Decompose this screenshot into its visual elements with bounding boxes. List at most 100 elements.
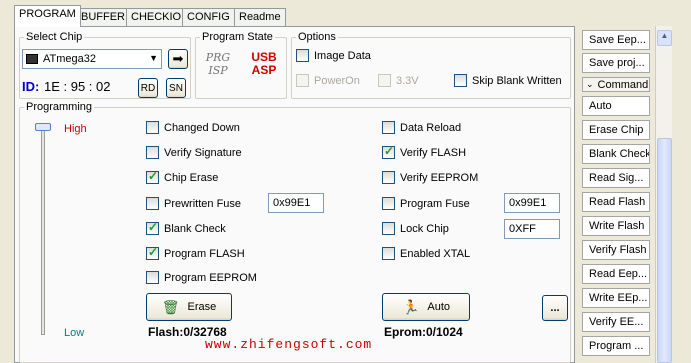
eprom-status: Eprom:0/1024 <box>384 325 463 339</box>
command-read-flash[interactable]: Read Flash <box>582 192 650 212</box>
program-flash-checkbox[interactable]: Program FLASH <box>146 245 245 260</box>
verify-flash-box[interactable] <box>382 144 395 159</box>
scroll-up-icon[interactable]: ▲ <box>657 30 672 46</box>
chevron-down-icon: ▼ <box>149 53 158 63</box>
more-button[interactable]: ... <box>542 295 568 321</box>
lock-chip-box[interactable] <box>382 222 395 235</box>
v33-checkbox[interactable]: 3.3V <box>378 74 419 87</box>
verify-flash-label: Verify FLASH <box>400 146 467 159</box>
image-data-checkbox[interactable]: Image Data <box>296 49 371 62</box>
prewritten-fuse-box[interactable] <box>146 197 159 210</box>
skip-blank-checkbox[interactable]: Skip Blank Written <box>454 74 562 87</box>
program-eeprom-checkbox[interactable]: Program EEPROM <box>146 271 257 284</box>
sidebar-scrollbar[interactable]: ▲ <box>655 26 672 363</box>
poweron-checkbox[interactable]: PowerOn <box>296 74 360 87</box>
save-project-button[interactable]: Save proj... <box>582 53 650 73</box>
rd-button[interactable]: RD <box>138 78 158 98</box>
data-reload-label: Data Reload <box>400 121 462 134</box>
verify-flash-checkbox[interactable]: Verify FLASH <box>382 144 467 159</box>
chip-erase-box[interactable] <box>146 169 159 184</box>
slider-thumb[interactable] <box>35 123 51 131</box>
watermark-text: www.zhifengsoft.com <box>205 337 373 352</box>
enabled-xtal-label: Enabled XTAL <box>400 247 471 260</box>
verify-eeprom-label: Verify EEPROM <box>400 171 479 184</box>
lock-chip-label: Lock Chip <box>400 222 449 235</box>
prewritten-fuse-input[interactable] <box>268 193 324 213</box>
id-label: ID: <box>22 79 40 94</box>
enabled-xtal-checkbox[interactable]: Enabled XTAL <box>382 247 470 260</box>
lock-chip-input[interactable] <box>504 219 560 239</box>
program-fuse-input[interactable] <box>504 193 560 213</box>
command-blank-check[interactable]: Blank Check <box>582 144 650 164</box>
command-read-eeprom[interactable]: Read Eep... <box>582 264 650 284</box>
tab-readme[interactable]: Readme <box>234 8 286 26</box>
data-reload-box[interactable] <box>382 121 395 134</box>
blank-check-checkbox[interactable]: Blank Check <box>146 220 226 235</box>
scrollbar-thumb[interactable] <box>657 138 672 363</box>
select-chip-legend: Select Chip <box>26 31 83 43</box>
program-fuse-box[interactable] <box>382 197 395 210</box>
command-verify-eeprom[interactable]: Verify EE... <box>582 312 650 332</box>
auto-button-label: Auto <box>427 301 451 313</box>
command-write-flash[interactable]: Write Flash <box>582 216 650 236</box>
enabled-xtal-box[interactable] <box>382 247 395 260</box>
options-group: Options Image Data PowerOn 3.3V Skip Bla… <box>291 31 571 99</box>
chip-erase-checkbox[interactable]: Chip Erase <box>146 169 218 184</box>
skip-blank-label: Skip Blank Written <box>472 74 562 87</box>
command-header[interactable]: ⌄ Command <box>582 77 650 92</box>
speed-slider[interactable] <box>30 121 56 341</box>
command-program[interactable]: Program ... <box>582 336 650 356</box>
tab-program[interactable]: PROGRAM <box>14 5 81 27</box>
program-eeprom-label: Program EEPROM <box>164 271 257 284</box>
select-chip-group: Select Chip ATmega32 ▼ ➡ ID: 1E : 95 : 0… <box>19 31 191 99</box>
arrow-right-button[interactable]: ➡ <box>168 49 188 69</box>
arrow-right-icon: ➡ <box>172 51 184 66</box>
auto-button[interactable]: 🏃 Auto <box>382 293 470 321</box>
chip-select-value: ATmega32 <box>43 53 96 65</box>
collapse-icon: ⌄ <box>586 79 594 89</box>
command-read-signature[interactable]: Read Sig... <box>582 168 650 188</box>
command-verify-flash[interactable]: Verify Flash <box>582 240 650 260</box>
chip-icon <box>26 54 38 64</box>
sn-button[interactable]: SN <box>166 78 186 98</box>
skip-blank-box[interactable] <box>454 74 467 87</box>
tab-config[interactable]: CONFIG <box>182 8 235 26</box>
tab-bar: PROGRAM BUFFER CHECKIO CONFIG Readme <box>0 0 575 27</box>
lock-chip-checkbox[interactable]: Lock Chip <box>382 222 449 235</box>
blank-check-box[interactable] <box>146 220 159 235</box>
program-fuse-checkbox[interactable]: Program Fuse <box>382 197 470 210</box>
low-label: Low <box>64 327 85 339</box>
command-erase-chip[interactable]: Erase Chip <box>582 120 650 140</box>
tab-buffer[interactable]: BUFFER <box>76 8 130 26</box>
changed-down-box[interactable] <box>146 121 159 134</box>
options-legend: Options <box>298 31 336 43</box>
save-eeprom-button[interactable]: Save Eep... <box>582 30 650 50</box>
erase-button[interactable]: 🗑 Erase <box>146 293 232 321</box>
poweron-label: PowerOn <box>314 74 360 87</box>
program-fuse-label: Program Fuse <box>400 197 470 210</box>
program-flash-box[interactable] <box>146 245 159 260</box>
prewritten-fuse-checkbox[interactable]: Prewritten Fuse <box>146 197 241 210</box>
image-data-box[interactable] <box>296 49 309 62</box>
usbasp-text: USB ASP <box>251 50 277 77</box>
usbasp-logo: USB ASP <box>246 51 282 81</box>
programming-legend: Programming <box>26 101 93 113</box>
verify-signature-box[interactable] <box>146 146 159 159</box>
blank-check-label: Blank Check <box>164 222 226 235</box>
verify-signature-checkbox[interactable]: Verify Signature <box>146 146 242 159</box>
changed-down-checkbox[interactable]: Changed Down <box>146 121 240 134</box>
command-write-eeprom[interactable]: Write EEp... <box>582 288 650 308</box>
program-eeprom-box[interactable] <box>146 271 159 284</box>
programming-group: Programming High Low Changed Down Verify… <box>19 101 571 363</box>
verify-eeprom-checkbox[interactable]: Verify EEPROM <box>382 171 478 184</box>
high-label: High <box>64 123 87 135</box>
v33-box[interactable] <box>378 74 391 87</box>
chip-select[interactable]: ATmega32 ▼ <box>22 49 162 69</box>
poweron-box[interactable] <box>296 74 309 87</box>
tab-checkio[interactable]: CHECKIO <box>126 8 187 26</box>
verify-eeprom-box[interactable] <box>382 171 395 184</box>
command-auto[interactable]: Auto <box>582 96 650 116</box>
slider-track <box>41 125 45 335</box>
data-reload-checkbox[interactable]: Data Reload <box>382 121 461 134</box>
program-state-group: Program State PRG ISP USB ASP <box>195 31 287 99</box>
